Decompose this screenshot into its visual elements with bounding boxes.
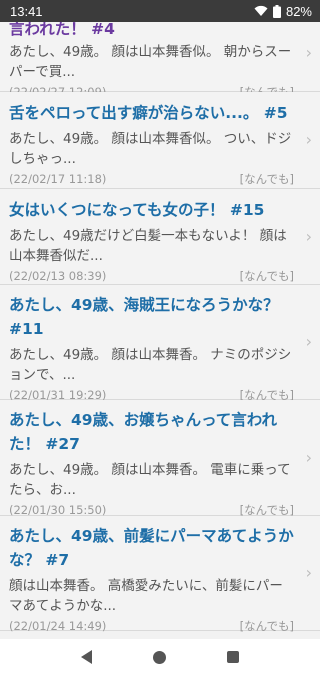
article-summary: あたし、49歳だけど白髪一本もないよ！ 顔は山本舞香似だ... <box>9 228 287 264</box>
battery-icon <box>272 4 281 18</box>
article-title[interactable]: あたし、49歳、お嬢ちゃんって言われた！ #27 <box>9 400 294 456</box>
battery-level: 82% <box>285 3 312 19</box>
article-title[interactable]: 舌をペロって出す癖が治らない...。 #5 <box>9 92 294 125</box>
status-bar: 13:41 82% <box>0 0 320 22</box>
article-summary: あたし、49歳。 顔は山本舞香似。 朝からスーパーで買... <box>9 44 292 80</box>
recent-apps-icon[interactable] <box>227 651 240 663</box>
article-meta: (22/01/24 14:49) [なんでも] <box>9 616 294 639</box>
article-summary: あたし、49歳。 顔は山本舞香。 ナミのポジションで、... <box>9 347 292 383</box>
status-icons: 82% <box>254 4 312 19</box>
article-list[interactable]: 言われた！ #4 あたし、49歳。 顔は山本舞香似。 朝からスーパーで買... … <box>0 22 320 639</box>
article-date: (22/01/24 14:49) <box>9 619 107 633</box>
article-summary: 顔は山本舞香。 高橋愛みたいに、前髪にパーマあてようかな... <box>9 578 283 614</box>
chevron-right-icon: › <box>305 42 312 62</box>
back-icon[interactable] <box>80 650 92 664</box>
chevron-right-icon: › <box>305 332 312 351</box>
article-date: (22/02/17 11:18) <box>9 172 107 186</box>
list-item[interactable]: あたし、49歳、お嬢ちゃんって言われた！ #27 あたし、49歳。 顔は山本舞香… <box>0 400 320 517</box>
article-summary: あたし、49歳。 顔は山本舞香。 電車に乗ってたら、お... <box>9 462 291 498</box>
article-title[interactable]: あたし、49歳、前髪にパーマあてようかな？ #7 <box>9 516 294 572</box>
navigation-bar <box>0 639 320 675</box>
status-time: 13:41 <box>10 3 43 19</box>
chevron-right-icon: › <box>305 226 312 246</box>
list-item[interactable]: 女はいくつになっても女の子！ #15 あたし、49歳だけど白髪一本もないよ！ 顔… <box>0 189 320 285</box>
article-category: [なんでも] <box>239 172 294 186</box>
chevron-right-icon: › <box>305 130 312 149</box>
article-title[interactable]: あたし、49歳、海賊王になろうかな？ #11 <box>9 285 294 341</box>
article-title[interactable]: 言われた！ #4 <box>9 22 294 41</box>
list-item[interactable]: あたし、49歳、前髪にパーマあてようかな？ #7 顔は山本舞香。 高橋愛みたいに… <box>0 516 320 633</box>
wifi-icon <box>254 5 268 16</box>
chevron-right-icon: › <box>305 447 312 467</box>
article-title[interactable]: 女はいくつになっても女の子！ #15 <box>9 189 294 222</box>
article-summary: あたし、49歳。 顔は山本舞香似。 つい、ドジしちゃっ... <box>9 131 292 167</box>
article-date: (22/02/13 08:39) <box>9 269 107 283</box>
list-item[interactable]: 言われた！ #4 あたし、49歳。 顔は山本舞香似。 朝からスーパーで買... … <box>0 22 320 99</box>
article-category: [なんでも] <box>239 269 294 283</box>
article-category: [なんでも] <box>239 619 294 633</box>
chevron-right-icon: › <box>305 563 312 582</box>
home-icon[interactable] <box>152 650 166 664</box>
list-item[interactable]: あたし、49歳、海賊王になろうかな？ #11 あたし、49歳。 顔は山本舞香。 … <box>0 285 320 402</box>
list-item[interactable]: 舌をペロって出す癖が治らない...。 #5 あたし、49歳。 顔は山本舞香似。 … <box>0 92 320 189</box>
